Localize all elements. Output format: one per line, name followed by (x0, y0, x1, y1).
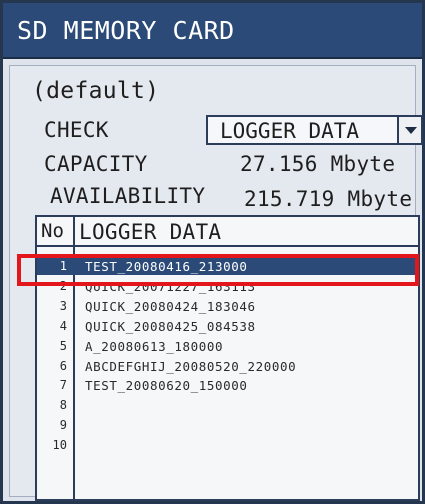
row-number: 5 (59, 338, 67, 353)
availability-label: AVAILABILITY (50, 184, 206, 208)
list-item[interactable]: 5 A_20080613_180000 (37, 338, 418, 355)
list-item[interactable]: 4 QUICK_20080425_084538 (37, 318, 418, 335)
row-number: 6 (59, 358, 67, 373)
list-item[interactable]: 6 ABCDEFGHIJ_20080520_220000 (37, 358, 418, 375)
logger-data-list[interactable]: No LOGGER DATA 1 TEST_20080416_213000 2 QUI… (35, 215, 420, 501)
check-label: CHECK (44, 118, 109, 142)
column-header-logger-data: LOGGER DATA (79, 220, 222, 244)
list-item[interactable]: 2 QUICK_20071227_163113 (37, 278, 418, 295)
row-file-name: QUICK_20080424_183046 (85, 298, 256, 314)
availability-value: 215.719 Mbyte (244, 187, 413, 211)
list-item[interactable]: 8 (37, 397, 418, 414)
row-file-name: TEST_20080620_150000 (85, 378, 248, 394)
row-number: 3 (59, 298, 67, 313)
row-number: 1 (59, 259, 67, 273)
list-item[interactable]: 10 (37, 437, 418, 454)
check-select[interactable]: LOGGER DATA (206, 115, 423, 145)
row-number: 2 (59, 278, 67, 293)
capacity-label: CAPACITY (44, 152, 148, 176)
list-header: No LOGGER DATA (37, 217, 418, 247)
row-file-name: QUICK_20071227_163113 (85, 278, 256, 294)
row-number: 7 (59, 378, 67, 393)
sd-memory-card-window: SD MEMORY CARD (default) CHECK LOGGER DA… (0, 0, 425, 504)
row-file-name: A_20080613_180000 (85, 338, 224, 354)
row-file-name: ABCDEFGHIJ_20080520_220000 (85, 358, 297, 374)
row-number: 9 (59, 418, 67, 433)
row-file-name: TEST_20080416_213000 (85, 259, 248, 274)
column-header-no: No (41, 220, 64, 242)
capacity-value: 27.156 Mbyte (240, 152, 396, 176)
row-number: 4 (59, 318, 67, 333)
list-item[interactable]: 3 QUICK_20080424_183046 (37, 298, 418, 315)
check-select-value: LOGGER DATA (220, 119, 360, 143)
row-number: 8 (59, 398, 67, 413)
list-item[interactable]: 9 (37, 417, 418, 434)
window-title: SD MEMORY CARD (3, 3, 422, 59)
mode-label: (default) (32, 78, 160, 104)
chevron-down-icon[interactable] (397, 117, 421, 143)
row-file-name: QUICK_20080425_084538 (85, 318, 256, 334)
list-item[interactable]: 1 TEST_20080416_213000 (37, 258, 418, 275)
list-item[interactable]: 7 TEST_20080620_150000 (37, 377, 418, 394)
row-number: 10 (52, 438, 67, 453)
